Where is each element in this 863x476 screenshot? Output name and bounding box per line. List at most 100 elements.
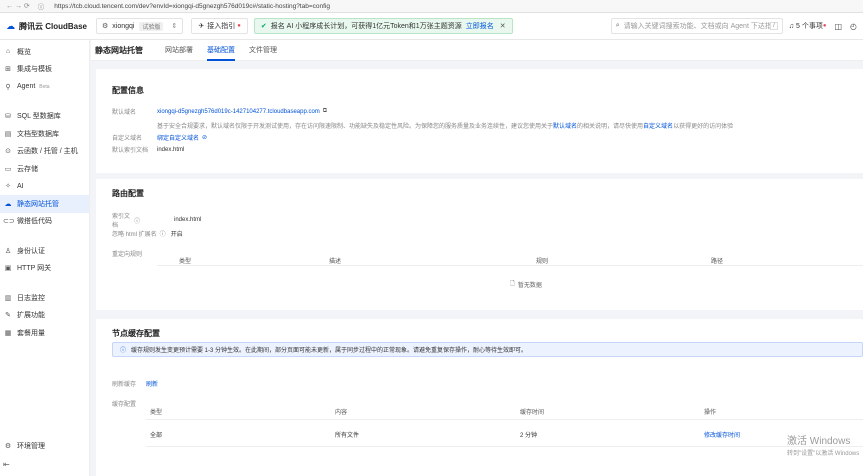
shortcut-key: / bbox=[770, 22, 778, 30]
sidebar: ⌂ 概览 ⊞ 集成与模板 ⚲ Agent Beta ⛁ SQL 型数据库 ▤ 文档型数据库 … bbox=[0, 40, 90, 476]
info-icon[interactable]: ⓘ bbox=[38, 1, 45, 11]
sidebar-item-label: 云存储 bbox=[17, 165, 38, 173]
hosting-icon: ☁ bbox=[4, 200, 12, 208]
notice-text: 缓存规则发生变更预计需要 1-3 分钟生效。在此期间，部分页面可能未更新，属于同… bbox=[131, 348, 528, 354]
refresh-cache-button[interactable]: 刷新 bbox=[146, 379, 158, 388]
browser-bar: ← → ⟳ ⓘ https://tcb.cloud.tencent.com/de… bbox=[0, 0, 863, 13]
todo-label: 5 个事项 bbox=[795, 23, 823, 30]
tab-deploy[interactable]: 网站部署 bbox=[165, 40, 193, 61]
guide-button[interactable]: ✈ 接入指引 ● bbox=[191, 18, 248, 34]
banner-text: 报名 AI 小程序成长计划，可获得1亿元Token和1万张主题资源 bbox=[270, 23, 462, 30]
tab-config[interactable]: 基础配置 bbox=[207, 40, 235, 61]
sidebar-item-doc-db[interactable]: ▤ 文档型数据库 bbox=[0, 125, 89, 143]
routing-card: 路由配置 索引文档 ⓘ index.html 忽略 html 扩展名 ⓘ 开启 … bbox=[96, 179, 863, 310]
column-header: 操作 bbox=[704, 410, 717, 416]
domain-notice: 基于安全合规要求，默认域名仅限于开发测试使用，存在访问限速限制、功能缺失及稳定性… bbox=[157, 121, 733, 130]
table-row: 全部 所有文件 2 分钟 修改缓存时间 bbox=[146, 419, 863, 447]
storage-icon: ▭ bbox=[4, 165, 12, 173]
page-title: 静态网站托管 bbox=[95, 45, 143, 55]
sidebar-item-monitor[interactable]: ▥ 日志监控 bbox=[0, 289, 89, 307]
sidebar-item-storage[interactable]: ▭ 云存储 bbox=[0, 160, 89, 178]
field-label: 索引文档 bbox=[112, 214, 131, 229]
sidebar-item-env[interactable]: ⚙ 环境管理 bbox=[0, 437, 90, 455]
sidebar-item-agent[interactable]: ⚲ Agent Beta bbox=[0, 78, 89, 96]
field-label: 缓存配置 bbox=[112, 402, 137, 408]
collapse-sidebar-icon[interactable]: ⇤ bbox=[3, 460, 10, 469]
search-input[interactable]: ⌕ 请输入关键词搜索功能、文档或向 Agent 下达指令 / bbox=[610, 18, 783, 34]
routing-index-row: 索引文档 ⓘ index.html bbox=[112, 211, 201, 229]
sidebar-item-templates[interactable]: ⊞ 集成与模板 bbox=[0, 61, 89, 79]
todo-button[interactable]: ♫ 5 个事项 ● bbox=[789, 21, 827, 31]
index-doc-value: index.html bbox=[157, 146, 185, 153]
cache-config-row: 缓存配置 bbox=[112, 399, 136, 408]
close-icon[interactable]: ✕ bbox=[500, 22, 506, 30]
copy-icon[interactable]: ⧉ bbox=[323, 108, 327, 115]
custom-domain-doc-link[interactable]: 自定义域名 bbox=[643, 121, 673, 130]
sidebar-item-gateway[interactable]: ▣ HTTP 网关 bbox=[0, 260, 89, 278]
sidebar-item-usage[interactable]: ▦ 套餐用量 bbox=[0, 324, 89, 342]
function-icon: ⊙ bbox=[5, 148, 11, 156]
default-domain-row: 默认域名 xiongqi-d5gnezgh576d019c-1427104277… bbox=[112, 107, 327, 116]
sidebar-item-lowcode[interactable]: ⊂⊃ 微搭低代码 bbox=[0, 213, 89, 231]
ignore-ext-value: 开启 bbox=[170, 232, 183, 238]
sidebar-item-sql-db[interactable]: ⛁ SQL 型数据库 bbox=[0, 108, 89, 126]
default-domain-doc-link[interactable]: 默认域名 bbox=[553, 121, 577, 130]
sidebar-item-extensions[interactable]: ✎ 扩展功能 bbox=[0, 307, 89, 325]
address-bar[interactable]: https://tcb.cloud.tencent.com/dev?envId=… bbox=[54, 3, 863, 10]
env-tag: 试验版 bbox=[139, 21, 164, 31]
help-icon[interactable]: ⓘ bbox=[160, 229, 166, 238]
watermark-subtitle: 转到"设置"以激活 Windows bbox=[787, 451, 860, 457]
grid-icon: ⊞ bbox=[5, 66, 11, 74]
sidebar-item-overview[interactable]: ⌂ 概览 bbox=[0, 43, 89, 61]
brand-logo[interactable]: ☁ 腾讯云 CloudBase bbox=[6, 21, 96, 32]
bell-icon: ♫ bbox=[788, 22, 794, 30]
sidebar-item-static-hosting[interactable]: ☁ 静态网站托管 bbox=[0, 195, 89, 213]
sidebar-item-functions[interactable]: ⊙ 云函数 / 托管 / 主机 bbox=[0, 143, 89, 161]
sidebar-item-label: 身份认证 bbox=[17, 247, 45, 255]
sidebar-item-label: 环境管理 bbox=[17, 442, 45, 450]
env-name: xiongqi bbox=[112, 22, 135, 30]
sidebar-item-label: Agent bbox=[17, 83, 36, 91]
cache-content: 所有文件 bbox=[335, 433, 360, 439]
column-header: 内容 bbox=[335, 410, 348, 416]
sidebar-item-label: SQL 型数据库 bbox=[17, 113, 61, 121]
beta-badge: Beta bbox=[39, 83, 50, 90]
redirect-table-header: 类型 描述 规则 路径 bbox=[157, 254, 863, 266]
section-title: 节点缓存配置 bbox=[112, 329, 160, 338]
sidebar-item-auth[interactable]: ♙ 身份认证 bbox=[0, 242, 89, 260]
promo-banner: ✔ 报名 AI 小程序成长计划，可获得1亿元Token和1万张主题资源 立即报名… bbox=[253, 18, 513, 34]
banner-link[interactable]: 立即报名 bbox=[466, 21, 494, 31]
column-header: 规则 bbox=[536, 259, 549, 265]
cache-type: 全部 bbox=[150, 433, 163, 439]
empty-state: 🗋 暂无数据 bbox=[510, 279, 542, 289]
empty-file-icon: 🗋 bbox=[510, 281, 515, 287]
sidebar-item-label: 扩展功能 bbox=[17, 312, 45, 320]
bind-custom-domain-link[interactable]: 绑定自定义域名 bbox=[157, 133, 199, 142]
column-header: 类型 bbox=[179, 259, 192, 265]
sidebar-item-ai[interactable]: ✧ AI bbox=[0, 178, 89, 196]
empty-text: 暂无数据 bbox=[517, 282, 542, 289]
windows-activation-watermark: 激活 Windows 转到"设置"以激活 Windows bbox=[787, 432, 859, 457]
brand-name: 腾讯云 CloudBase bbox=[19, 21, 88, 31]
tab-files[interactable]: 文件管理 bbox=[249, 40, 277, 61]
docs-icon[interactable]: ◫ bbox=[834, 22, 842, 31]
info-icon: ⓘ bbox=[120, 348, 127, 354]
browser-nav-icons[interactable]: ← → ⟳ bbox=[6, 2, 30, 10]
help-icon[interactable]: ⓘ bbox=[134, 216, 174, 225]
rocket-icon: ✈ bbox=[198, 23, 205, 30]
agent-icon: ⚲ bbox=[5, 83, 11, 91]
routing-index-value: index.html bbox=[174, 217, 202, 223]
account-icon[interactable]: ◴ bbox=[850, 22, 857, 31]
field-label: 默认域名 bbox=[112, 110, 137, 116]
notice-text: 以获得更好的访问体验 bbox=[673, 124, 734, 130]
user-auth-icon: ♙ bbox=[4, 247, 12, 255]
help-icon[interactable]: ⊘ bbox=[202, 134, 207, 141]
cache-table-header: 类型 内容 缓存时间 操作 bbox=[146, 405, 863, 417]
env-selector[interactable]: ⚙ xiongqi 试验版 ⇕ bbox=[96, 18, 184, 34]
edit-cache-time-link[interactable]: 修改缓存时间 bbox=[704, 430, 740, 439]
sidebar-item-label: 集成与模板 bbox=[17, 66, 52, 74]
field-label: 默认索引文档 bbox=[112, 148, 149, 154]
column-header: 描述 bbox=[329, 259, 342, 265]
sidebar-item-label: 日志监控 bbox=[17, 294, 45, 302]
default-domain-link[interactable]: xiongqi-d5gnezgh576d019c-1427104277.tclo… bbox=[157, 109, 320, 115]
